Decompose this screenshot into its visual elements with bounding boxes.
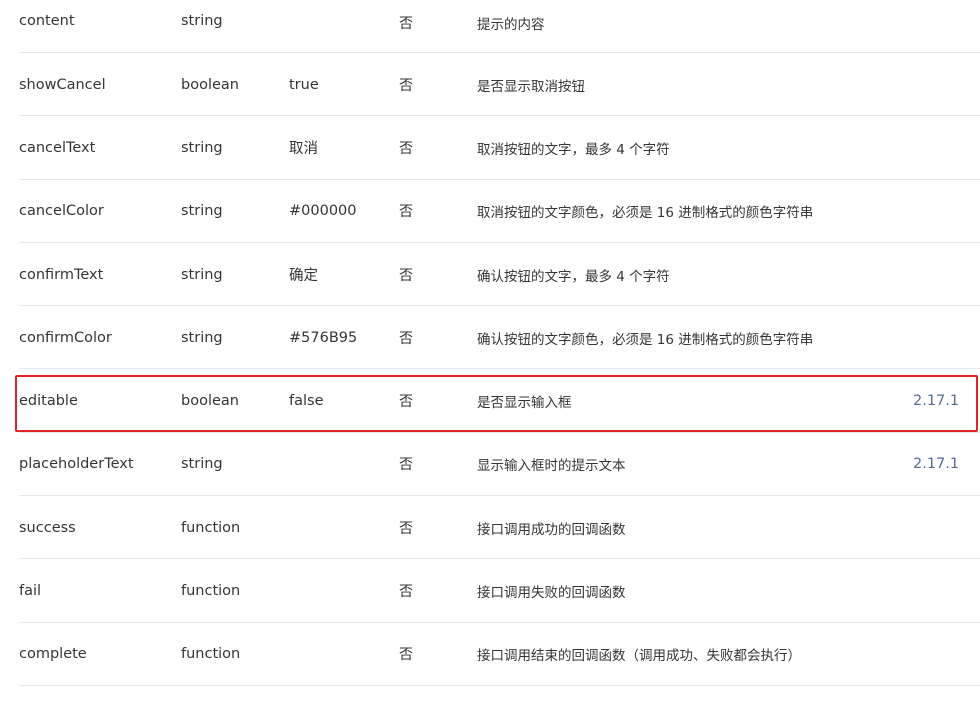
param-required: 否 [399, 647, 413, 664]
param-name: content [19, 13, 75, 29]
params-table: content string 否 提示的内容 showCancel boolea… [0, 0, 980, 687]
param-name: fail [19, 583, 42, 600]
param-default: #576B95 [289, 329, 358, 346]
table-row: confirmColor string #576B95 否 确认按钮的文字颜色，… [0, 306, 980, 370]
param-description: 接口调用失败的回调函数 [477, 585, 626, 602]
table-row: placeholderText string 否 显示输入框时的提示文本 2.1… [0, 433, 980, 497]
param-type: string [181, 139, 223, 156]
param-default: #000000 [289, 203, 357, 220]
param-type: string [181, 329, 223, 346]
param-version-link[interactable]: 2.17.1 [913, 369, 959, 432]
param-required: 否 [399, 330, 413, 347]
param-name: confirmColor [19, 329, 112, 346]
table-row: cancelColor string #000000 否 取消按钮的文字颜色，必… [0, 180, 980, 244]
param-description: 提示的内容 [477, 17, 545, 33]
table-row: complete function 否 接口调用结束的回调函数（调用成功、失败都… [0, 623, 980, 687]
param-name: complete [19, 646, 87, 663]
param-required: 否 [399, 16, 413, 32]
param-description: 接口调用成功的回调函数 [477, 521, 626, 538]
table-row: cancelText string 取消 否 取消按钮的文字，最多 4 个字符 [0, 116, 980, 180]
param-type: boolean [181, 393, 239, 410]
param-type: string [181, 13, 223, 29]
param-type: function [181, 519, 241, 536]
param-description: 接口调用结束的回调函数（调用成功、失败都会执行） [477, 648, 801, 665]
param-description: 取消按钮的文字，最多 4 个字符 [477, 141, 670, 158]
table-row: content string 否 提示的内容 [0, 0, 980, 53]
param-required: 否 [399, 77, 413, 94]
table-row-editable: editable boolean false 否 是否显示输入框 2.17.1 [0, 369, 980, 434]
param-required: 否 [399, 457, 413, 474]
param-description: 是否显示输入框 [477, 395, 572, 412]
param-name: success [19, 519, 76, 536]
param-version-link[interactable]: 2.17.1 [913, 433, 959, 496]
table-row: showCancel boolean true 否 是否显示取消按钮 [0, 53, 980, 117]
param-name: confirmText [19, 266, 104, 283]
param-description: 取消按钮的文字颜色，必须是 16 进制格式的颜色字符串 [477, 205, 814, 222]
param-name: showCancel [19, 76, 106, 93]
param-description: 是否显示取消按钮 [477, 78, 585, 95]
param-description: 确认按钮的文字颜色，必须是 16 进制格式的颜色字符串 [477, 331, 814, 348]
table-row: success function 否 接口调用成功的回调函数 [0, 496, 980, 560]
table-row: confirmText string 确定 否 确认按钮的文字，最多 4 个字符 [0, 243, 980, 307]
param-required: 否 [399, 394, 413, 411]
param-default: false [289, 393, 324, 410]
param-description: 显示输入框时的提示文本 [477, 458, 626, 475]
param-type: function [181, 583, 241, 600]
param-type: boolean [181, 76, 239, 93]
param-required: 否 [399, 520, 413, 537]
param-name: cancelText [19, 139, 96, 156]
param-type: string [181, 456, 223, 473]
param-required: 否 [399, 584, 413, 601]
param-default: 取消 [289, 141, 318, 158]
param-required: 否 [399, 267, 413, 284]
param-type: function [181, 646, 241, 663]
param-required: 否 [399, 204, 413, 221]
param-default: true [289, 76, 319, 93]
param-required: 否 [399, 140, 413, 157]
param-name: cancelColor [19, 203, 104, 220]
param-name: placeholderText [19, 456, 134, 473]
param-type: string [181, 203, 223, 220]
param-name: editable [19, 393, 78, 410]
param-default: 确定 [289, 268, 318, 285]
param-description: 确认按钮的文字，最多 4 个字符 [477, 268, 670, 285]
table-row: fail function 否 接口调用失败的回调函数 [0, 559, 980, 623]
param-type: string [181, 266, 223, 283]
